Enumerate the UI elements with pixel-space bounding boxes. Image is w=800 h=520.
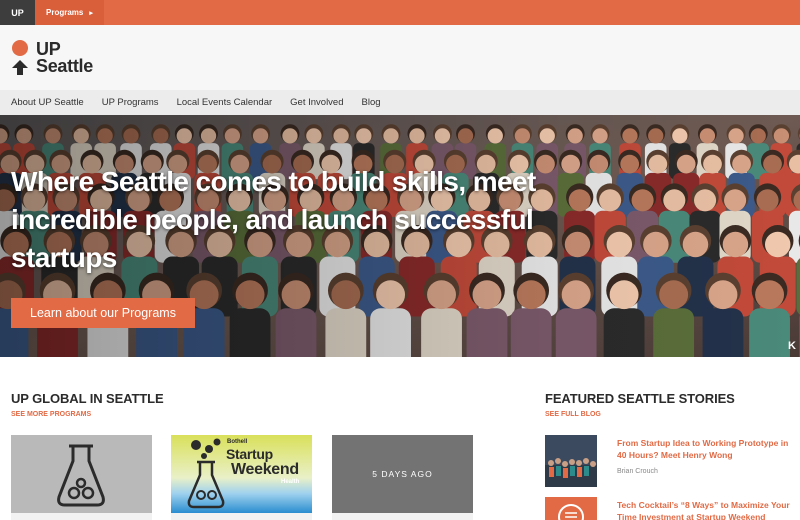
- site-header: UP Seattle: [0, 25, 800, 90]
- hero-headline: Where Seattle comes to build skills, mee…: [11, 166, 536, 273]
- sw-line2: Weekend: [231, 461, 299, 478]
- card-footer: [11, 513, 152, 520]
- see-more-programs-link[interactable]: SEE MORE PROGRAMS: [11, 411, 91, 418]
- program-card-flask[interactable]: [11, 435, 152, 513]
- chevron-right-icon: ▸: [89, 9, 93, 17]
- document-icon: [558, 504, 584, 520]
- card-time-caption: 5 DAYS AGO: [372, 469, 433, 479]
- up-logo-icon: [12, 40, 28, 75]
- hero-corner-mark: K: [788, 340, 796, 352]
- program-card-upcoming[interactable]: 5 DAYS AGO: [332, 435, 473, 513]
- story-title-link[interactable]: Tech Cocktail’s “8 Ways” to Maximize You…: [617, 499, 797, 520]
- main-nav: About UP Seattle UP Programs Local Event…: [0, 90, 800, 115]
- programs-menu-button[interactable]: Programs ▸: [35, 0, 104, 25]
- card-footer: [332, 513, 473, 520]
- sw-line1: Startup: [226, 446, 273, 462]
- program-card-startup-weekend-health[interactable]: Bothell Startup Weekend Health: [171, 435, 312, 513]
- logo-text-seattle: Seattle: [36, 56, 93, 76]
- stories-section-title: FEATURED SEATTLE STORIES: [545, 391, 735, 406]
- story-photo: [545, 435, 597, 487]
- sw-kicker: Bothell: [227, 439, 248, 445]
- see-full-blog-link[interactable]: SEE FULL BLOG: [545, 411, 601, 418]
- programs-menu-label: Programs: [46, 8, 84, 17]
- flask-icon: [57, 444, 105, 507]
- nav-get-involved[interactable]: Get Involved: [281, 97, 352, 108]
- nav-events-calendar[interactable]: Local Events Calendar: [168, 97, 282, 108]
- story-thumbnail[interactable]: [545, 497, 597, 520]
- story-title-link[interactable]: From Startup Idea to Working Prototype i…: [617, 437, 797, 461]
- nav-programs[interactable]: UP Programs: [93, 97, 168, 108]
- learn-programs-button[interactable]: Learn about our Programs: [11, 298, 195, 328]
- nav-blog[interactable]: Blog: [353, 97, 390, 108]
- hero-banner: Where Seattle comes to build skills, mee…: [0, 115, 800, 357]
- story-author: Brian Crouch: [617, 468, 658, 475]
- sw-sub: Health: [281, 479, 300, 485]
- programs-section-title: UP GLOBAL IN SEATTLE: [11, 391, 164, 406]
- story-thumbnail[interactable]: [545, 435, 597, 487]
- card-footer: [171, 513, 312, 520]
- top-bar: UP Programs ▸: [0, 0, 800, 25]
- nav-about[interactable]: About UP Seattle: [0, 97, 93, 108]
- site-logo[interactable]: UP Seattle: [11, 40, 111, 76]
- up-home-badge[interactable]: UP: [0, 0, 35, 25]
